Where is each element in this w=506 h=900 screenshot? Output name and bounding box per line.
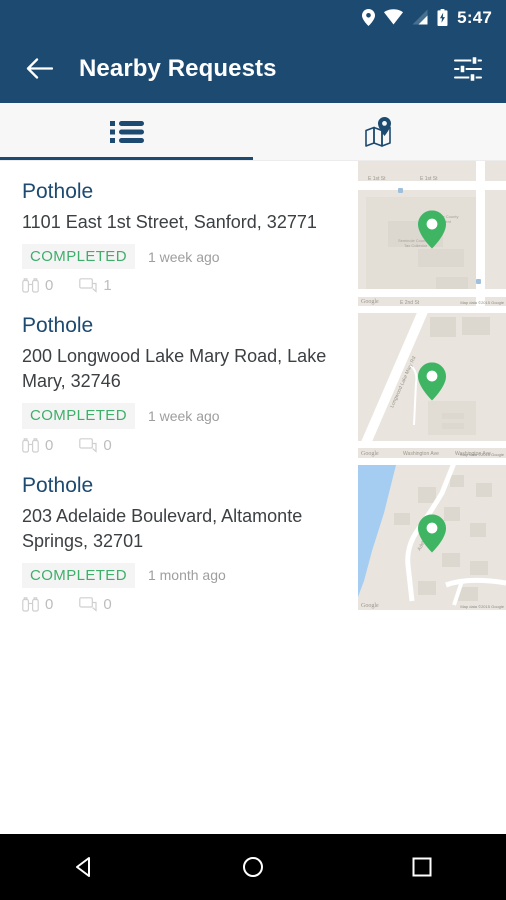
watch-count: 0: [45, 277, 54, 295]
app-bar: Nearby Requests: [0, 34, 506, 103]
filter-tune-icon: [454, 55, 482, 82]
comment-count: 1: [103, 277, 112, 295]
nav-back-triangle-icon: [76, 857, 91, 877]
status-badge: COMPLETED: [22, 403, 135, 429]
filter-button[interactable]: [450, 51, 486, 87]
map-marker-icon: [418, 513, 446, 552]
map-logo: Google: [361, 451, 379, 457]
list-item[interactable]: Pothole 1101 East 1st Street, Sanford, 3…: [0, 161, 352, 295]
request-timestamp: 1 week ago: [147, 248, 220, 265]
map-attribution: Map data ©2015 Google: [460, 452, 504, 457]
request-meta: COMPLETED 1 week ago: [22, 403, 338, 429]
comment-count: 0: [103, 595, 112, 613]
list-icon: [109, 120, 144, 143]
status-badge: COMPLETED: [22, 244, 135, 270]
comment-bubble-icon: [79, 437, 97, 453]
comment-stat[interactable]: 0: [79, 595, 112, 613]
request-title: Pothole: [22, 180, 94, 203]
signal-icon: [412, 9, 428, 25]
request-meta: COMPLETED 1 month ago: [22, 562, 338, 588]
content-area: Pothole 1101 East 1st Street, Sanford, 3…: [0, 161, 506, 855]
map-logo: Google: [361, 603, 379, 609]
request-address: 1101 East 1st Street, Sanford, 32771: [22, 212, 317, 232]
map-marker-icon: [418, 361, 446, 400]
request-timestamp: 1 week ago: [147, 407, 220, 424]
map-marker-icon: [418, 209, 446, 248]
status-bar: 5:47: [0, 0, 506, 34]
map-attribution: Map data ©2015 Google: [460, 300, 504, 305]
map-thumbnail[interactable]: Longwood Lake Mary Rd Washington Ave Was…: [358, 313, 506, 458]
watch-count: 0: [45, 436, 54, 454]
comment-bubble-icon: [79, 278, 97, 294]
arrow-back-icon: [26, 58, 53, 79]
page-title: Nearby Requests: [79, 54, 277, 82]
request-stats: 0 0: [22, 597, 338, 614]
request-timestamp: 1 month ago: [147, 567, 226, 584]
comment-bubble-icon: [79, 596, 97, 612]
map-thumbnail[interactable]: Adelaide Blvd Google Map data ©2015 Goog…: [358, 465, 506, 610]
request-title: Pothole: [22, 314, 94, 338]
tab-active-indicator: [0, 157, 253, 160]
comment-count: 0: [103, 436, 112, 454]
map-attribution: Map data ©2015 Google: [460, 604, 504, 609]
location-pin-icon: [362, 8, 376, 26]
list-item[interactable]: Pothole 200 Longwood Lake Mary Road, Lak…: [0, 295, 352, 454]
request-stats: 0 0: [22, 438, 338, 455]
map-pin-icon: [364, 116, 391, 147]
status-badge: COMPLETED: [22, 562, 135, 588]
watch-stat[interactable]: 0: [22, 278, 53, 293]
watch-stat[interactable]: 0: [22, 438, 53, 453]
request-address: 200 Longwood Lake Mary Road, Lake Mary, …: [22, 346, 327, 392]
map-thumbnail[interactable]: E 1st St E 1st St E 2nd St Seminole Coun…: [358, 161, 506, 306]
nav-back-button[interactable]: [53, 842, 115, 892]
svg-text:E 1st St: E 1st St: [368, 176, 386, 182]
request-stats: 0 1: [22, 278, 338, 295]
binoculars-icon: [22, 278, 39, 293]
list-item[interactable]: Pothole 203 Adelaide Boulevard, Altamont…: [0, 455, 352, 614]
android-nav-bar: [0, 834, 506, 900]
svg-text:Washington Ave: Washington Ave: [403, 451, 439, 457]
watch-stat[interactable]: 0: [22, 597, 53, 612]
status-bar-time: 5:47: [457, 7, 492, 27]
tab-list[interactable]: [0, 103, 253, 160]
nav-home-button[interactable]: [222, 842, 284, 892]
request-title: Pothole: [22, 473, 94, 497]
nav-home-circle-icon: [242, 857, 263, 877]
comment-stat[interactable]: 1: [79, 277, 112, 295]
svg-text:E 1st St: E 1st St: [420, 176, 438, 182]
nav-recents-button[interactable]: [391, 842, 453, 892]
watch-count: 0: [45, 595, 54, 613]
tab-map[interactable]: [253, 103, 506, 160]
nav-recents-square-icon: [412, 857, 432, 877]
binoculars-icon: [22, 437, 39, 453]
request-address: 203 Adelaide Boulevard, Altamonte Spring…: [22, 505, 303, 551]
battery-charging-icon: [437, 8, 448, 26]
back-button[interactable]: [22, 52, 56, 86]
map-logo: Google: [361, 299, 379, 305]
svg-text:E 2nd St: E 2nd St: [400, 300, 420, 306]
status-bar-icons: [362, 8, 448, 26]
request-meta: COMPLETED 1 week ago: [22, 244, 338, 270]
request-list: Pothole 1101 East 1st Street, Sanford, 3…: [0, 161, 352, 614]
wifi-icon: [384, 9, 404, 25]
map-thumbnail-column: E 1st St E 1st St E 2nd St Seminole Coun…: [358, 161, 506, 617]
comment-stat[interactable]: 0: [79, 436, 112, 454]
binoculars-icon: [22, 597, 39, 612]
tab-bar: [0, 103, 506, 161]
